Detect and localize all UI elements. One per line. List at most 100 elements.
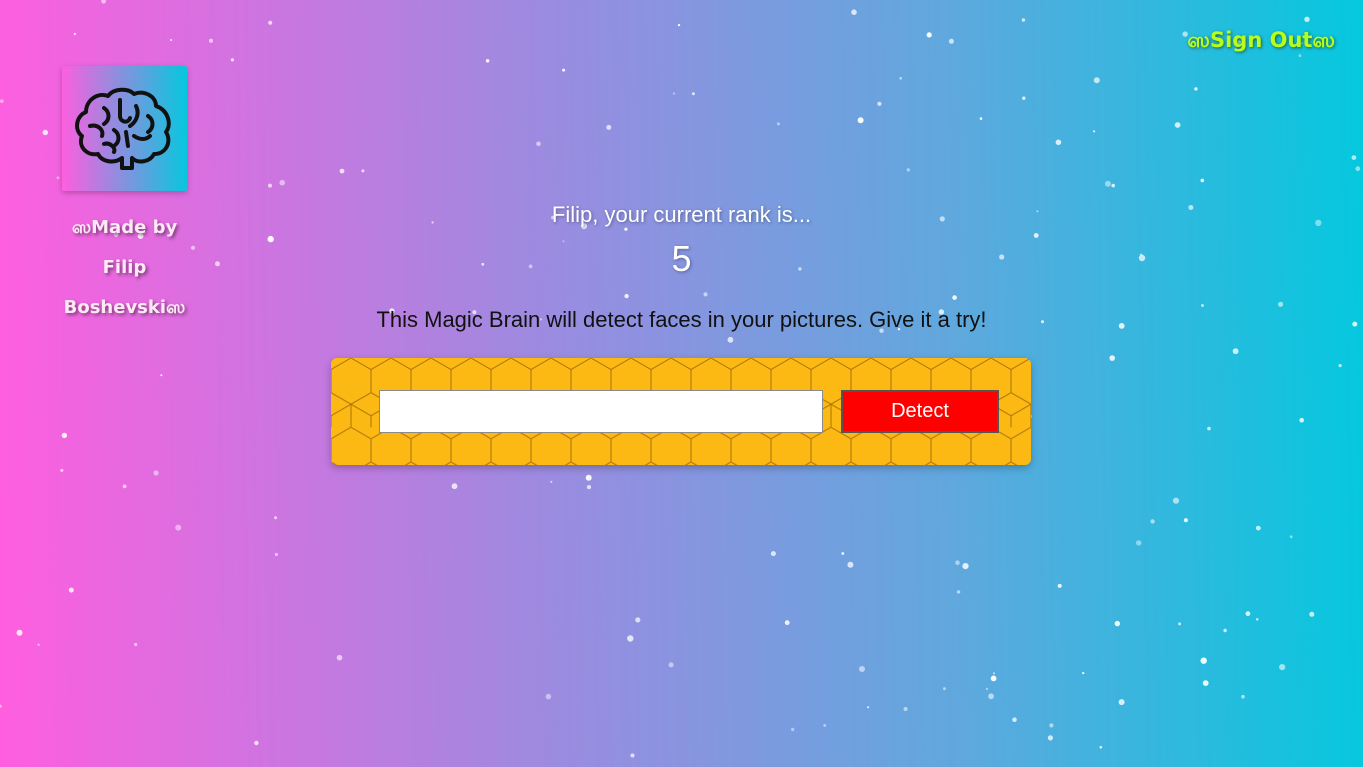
particle-dot xyxy=(274,552,278,557)
particle-dot xyxy=(952,295,957,300)
sign-out-link[interactable]: ஸSign Outஸ xyxy=(1187,28,1335,55)
particle-dot xyxy=(677,23,681,27)
particle-dot xyxy=(926,32,932,38)
particle-dot xyxy=(1200,178,1205,183)
particle-dot xyxy=(1304,16,1310,22)
particle-dot xyxy=(624,227,628,231)
particle-dot xyxy=(1241,694,1245,699)
particle-dot xyxy=(1047,735,1053,741)
particle-dot xyxy=(451,483,458,490)
particle-dot xyxy=(68,587,74,593)
particle-dot xyxy=(1355,166,1361,172)
rank-message: Filip, your current rank is... xyxy=(551,202,812,227)
particle-dot xyxy=(1082,671,1085,675)
particle-dot xyxy=(1114,620,1121,627)
particle-dot xyxy=(122,484,127,489)
particle-dot xyxy=(1174,122,1181,128)
particle-dot xyxy=(254,740,259,746)
particle-dot xyxy=(16,629,23,636)
particle-dot xyxy=(536,141,541,147)
particle-dot xyxy=(962,563,969,570)
particle-dot xyxy=(784,620,790,626)
particle-dot xyxy=(1118,699,1125,706)
particle-dot xyxy=(635,617,641,623)
detect-button[interactable]: Detect xyxy=(841,390,999,433)
particle-dot xyxy=(1136,540,1142,546)
particle-dot xyxy=(1012,717,1017,722)
particle-dot xyxy=(1299,417,1304,423)
particle-dot xyxy=(60,468,64,472)
particle-dot xyxy=(1022,96,1026,100)
image-url-input[interactable] xyxy=(379,390,823,433)
particle-dot xyxy=(73,32,77,36)
particle-dot xyxy=(1111,183,1115,188)
particle-dot xyxy=(361,169,365,173)
particle-dot xyxy=(867,706,870,709)
particle-dot xyxy=(268,183,272,188)
particle-dot xyxy=(823,724,827,727)
particle-dot xyxy=(859,666,865,672)
particle-dot xyxy=(992,672,996,675)
particle-dot xyxy=(1178,622,1182,626)
particle-dot xyxy=(1109,355,1115,361)
particle-dot xyxy=(1172,497,1180,504)
particle-dot xyxy=(586,485,592,490)
particle-dot xyxy=(727,336,734,343)
particle-dot xyxy=(791,727,795,732)
particle-dot xyxy=(906,168,910,172)
particle-dot xyxy=(101,0,106,4)
particle-dot xyxy=(668,662,674,668)
particle-dot xyxy=(630,753,635,758)
particle-dot xyxy=(209,38,213,43)
particle-dot xyxy=(1207,426,1211,431)
particle-dot xyxy=(1202,680,1209,686)
particle-dot xyxy=(562,68,566,72)
particle-dot xyxy=(1021,18,1026,22)
particle-dot xyxy=(1245,611,1251,617)
particle-dot xyxy=(1099,746,1103,749)
particle-dot xyxy=(170,39,172,41)
particle-dot xyxy=(485,59,490,63)
particle-dot xyxy=(988,693,994,700)
particle-dot xyxy=(851,9,857,15)
particle-dot xyxy=(134,642,138,647)
particle-dot xyxy=(899,76,903,80)
particle-dot xyxy=(943,687,946,691)
particle-dot xyxy=(703,292,708,297)
particle-dot xyxy=(339,168,345,174)
particle-dot xyxy=(1055,139,1062,146)
particle-dot xyxy=(1309,611,1315,617)
particle-dot xyxy=(1093,77,1100,84)
particle-dot xyxy=(990,675,997,682)
particle-dot xyxy=(160,374,163,377)
particle-dot xyxy=(691,92,695,96)
particle-dot xyxy=(903,706,908,712)
particle-dot xyxy=(1093,130,1096,133)
particle-dot xyxy=(627,635,634,642)
particle-dot xyxy=(1232,348,1239,355)
particle-dot xyxy=(955,560,960,565)
particle-dot xyxy=(175,524,182,531)
particle-dot xyxy=(985,687,989,691)
particle-dot xyxy=(606,124,612,130)
particle-dot xyxy=(1351,155,1357,161)
particle-dot xyxy=(847,561,854,568)
particle-dot xyxy=(274,516,278,520)
particle-dot xyxy=(585,474,592,481)
particle-dot xyxy=(1057,583,1062,588)
particle-dot xyxy=(776,122,780,126)
particle-dot xyxy=(948,38,954,44)
particle-dot xyxy=(336,654,343,661)
brain-icon xyxy=(75,87,171,170)
particle-dot xyxy=(1150,519,1155,524)
particle-dot xyxy=(1200,657,1207,664)
image-link-form: Detect xyxy=(331,358,1031,465)
particle-dot xyxy=(42,129,48,136)
particle-dot xyxy=(857,117,864,124)
particle-dot xyxy=(1223,628,1227,633)
particle-dot xyxy=(770,551,776,557)
particle-dot xyxy=(37,643,40,646)
particle-dot xyxy=(1194,87,1198,91)
particle-dot xyxy=(877,101,882,106)
particle-dot xyxy=(1338,364,1342,368)
